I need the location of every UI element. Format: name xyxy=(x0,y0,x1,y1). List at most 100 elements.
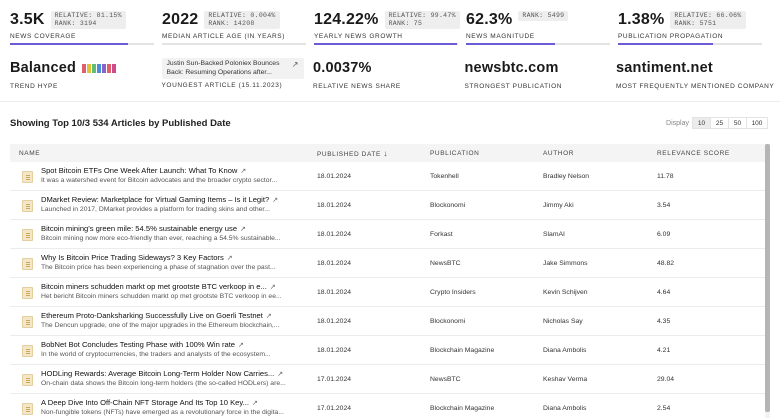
stat-rank-pill-line: RANK: 14208 xyxy=(208,20,255,27)
published-date-cell: 18.01.2024 xyxy=(317,289,352,296)
article-title[interactable]: HODLing Rewards: Average Bitcoin Long-Te… xyxy=(41,369,283,378)
author-cell: SlamAI xyxy=(543,231,565,238)
article-title[interactable]: Why Is Bitcoin Price Trading Sideways? 3… xyxy=(41,253,233,262)
stats-row-primary: 3.5K RELATIVE: 81.15% RANK: 3194 NEWS COVER… xyxy=(10,10,770,50)
external-link-icon[interactable]: ↗ xyxy=(238,342,244,349)
publication-cell: Blockchain Magazine xyxy=(430,405,495,412)
table-row[interactable]: Why Is Bitcoin Price Trading Sideways? 3… xyxy=(10,249,767,278)
article-title[interactable]: A Deep Dive Into Off-Chain NFT Storage A… xyxy=(41,398,258,407)
articles-heading: Showing Top 10/3 534 Articles by Publish… xyxy=(10,118,231,129)
most-mentioned-company-label: MOST FREQUENTLY MENTIONED COMPANY xyxy=(616,83,775,90)
table-row[interactable]: Ethereum Proto-Danksharking Successfully… xyxy=(10,307,767,336)
article-title[interactable]: Bitcoin mining's green mile: 54.5% susta… xyxy=(41,224,246,233)
article-title[interactable]: Ethereum Proto-Danksharking Successfully… xyxy=(41,311,272,320)
article-title-text: Why Is Bitcoin Price Trading Sideways? 3… xyxy=(41,253,224,262)
hype-color-segment xyxy=(97,63,102,73)
stat-rank-pill-line: RANK: 3194 xyxy=(54,20,97,27)
article-snippet: The Bitcoin price has been experiencing … xyxy=(41,264,276,271)
external-link-icon[interactable]: ↗ xyxy=(277,371,283,378)
trend-hype-value: Balanced xyxy=(10,60,77,76)
relevance-score-cell: 3.54 xyxy=(657,202,671,209)
stat-progress-fill xyxy=(466,43,556,45)
relevance-score-cell: 4.21 xyxy=(657,347,671,354)
display-option-100[interactable]: 100 xyxy=(746,117,768,129)
author-cell: Jake Simmons xyxy=(543,260,588,267)
article-title[interactable]: Spot Bitcoin ETFs One Week After Launch:… xyxy=(41,166,246,175)
stat-progress-fill xyxy=(618,43,714,45)
author-cell: Kevin Schijven xyxy=(543,289,588,296)
display-option-10[interactable]: 10 xyxy=(692,117,711,129)
author-cell: Bradley Nelson xyxy=(543,173,590,180)
document-icon xyxy=(22,258,33,270)
most-mentioned-company-value: santiment.net xyxy=(616,60,713,76)
article-title-text: Spot Bitcoin ETFs One Week After Launch:… xyxy=(41,166,238,175)
publication-cell: Blockonomi xyxy=(430,202,466,209)
table-row[interactable]: BobNet Bot Concludes Testing Phase with … xyxy=(10,336,767,365)
display-option-25[interactable]: 25 xyxy=(710,117,729,129)
table-row[interactable]: DMarket Review: Marketplace for Virtual … xyxy=(10,191,767,220)
article-snippet: It was a watershed event for Bitcoin adv… xyxy=(41,177,278,184)
table-row[interactable]: A Deep Dive Into Off-Chain NFT Storage A… xyxy=(10,394,767,418)
relevance-score-cell: 29.04 xyxy=(657,376,675,383)
external-link-icon[interactable]: ↗ xyxy=(292,60,299,69)
document-icon xyxy=(22,316,33,328)
article-title[interactable]: BobNet Bot Concludes Testing Phase with … xyxy=(41,340,244,349)
table-scrollbar[interactable] xyxy=(765,144,770,418)
stat-median-article-age-in-years: 2022 RELATIVE: 0.004% RANK: 14208 MEDIAN AR… xyxy=(162,10,314,50)
published-date-cell: 17.01.2024 xyxy=(317,405,352,412)
stat-value: 124.22% xyxy=(314,11,379,28)
hype-color-segment xyxy=(107,63,112,73)
table-row[interactable]: HODLing Rewards: Average Bitcoin Long-Te… xyxy=(10,365,767,394)
external-link-icon[interactable]: ↗ xyxy=(266,313,272,320)
display-label: Display xyxy=(666,119,689,127)
stat-rank-pill-line: RELATIVE: 0.004% xyxy=(208,12,276,19)
publication-cell: Tokenhell xyxy=(430,173,459,180)
publication-cell: Blockonomi xyxy=(430,318,466,325)
document-icon xyxy=(22,171,33,183)
author-cell: Keshav Verma xyxy=(543,376,588,383)
youngest-article-link[interactable]: Justin Sun-Backed Poloniex Bounces Back:… xyxy=(161,58,304,79)
document-icon xyxy=(22,403,33,415)
stat-rank-pill-line: RANK: 5751 xyxy=(674,20,717,27)
column-header-published-date[interactable]: PUBLISHED DATE ↓ xyxy=(317,149,388,158)
external-link-icon[interactable]: ↗ xyxy=(240,226,246,233)
relative-news-share-label: RELATIVE NEWS SHARE xyxy=(313,83,401,90)
published-date-cell: 18.01.2024 xyxy=(317,173,352,180)
column-header-author[interactable]: AUTHOR xyxy=(543,150,574,157)
stat-label: NEWS COVERAGE xyxy=(10,33,76,40)
column-header-publication[interactable]: PUBLICATION xyxy=(430,150,479,157)
display-option-50[interactable]: 50 xyxy=(728,117,747,129)
stat-rank-pill: RELATIVE: 66.06% RANK: 5751 xyxy=(670,11,746,29)
author-cell: Diana Ambolis xyxy=(543,347,587,354)
stat-rank-pill: RELATIVE: 0.004% RANK: 14208 xyxy=(204,11,280,29)
stat-label: NEWS MAGNITUDE xyxy=(466,33,535,40)
table-row[interactable]: Bitcoin miners schudden markt op met gro… xyxy=(10,278,767,307)
stat-rank-pill-line: RELATIVE: 99.47% xyxy=(388,12,456,19)
display-count-control: Display 10 25 50 100 xyxy=(666,117,768,129)
external-link-icon[interactable]: ↗ xyxy=(272,197,278,204)
hype-color-segment xyxy=(112,63,117,73)
scrollbar-thumb[interactable] xyxy=(765,144,770,412)
external-link-icon[interactable]: ↗ xyxy=(270,284,276,291)
hype-color-segment xyxy=(102,63,107,73)
stat-news-magnitude: 62.3% RANK: 5499 NEWS MAGNITUDE xyxy=(466,10,618,50)
article-snippet: The Dencun upgrade, one of the major upg… xyxy=(41,322,280,329)
external-link-icon[interactable]: ↗ xyxy=(252,400,258,407)
column-header-name[interactable]: NAME xyxy=(19,150,40,157)
table-row[interactable]: Bitcoin mining's green mile: 54.5% susta… xyxy=(10,220,767,249)
external-link-icon[interactable]: ↗ xyxy=(227,255,233,262)
external-link-icon[interactable]: ↗ xyxy=(240,168,246,175)
publication-cell: NewsBTC xyxy=(430,260,461,267)
youngest-article-label: YOUNGEST ARTICLE (15.11.2023) xyxy=(161,82,283,89)
youngest-article-title: Justin Sun-Backed Poloniex Bounces Back:… xyxy=(166,60,280,76)
publication-cell: NewsBTC xyxy=(430,376,461,383)
table-row[interactable]: Spot Bitcoin ETFs One Week After Launch:… xyxy=(10,162,767,191)
document-icon xyxy=(22,345,33,357)
relevance-score-cell: 4.35 xyxy=(657,318,671,325)
article-title[interactable]: Bitcoin miners schudden markt op met gro… xyxy=(41,282,276,291)
column-header-relevance-score[interactable]: RELEVANCE SCORE xyxy=(657,150,730,157)
published-date-cell: 18.01.2024 xyxy=(317,231,352,238)
article-title-text: Ethereum Proto-Danksharking Successfully… xyxy=(41,311,263,320)
stat-rank-pill: RELATIVE: 99.47% RANK: 75 xyxy=(384,11,460,29)
article-title[interactable]: DMarket Review: Marketplace for Virtual … xyxy=(41,195,278,204)
